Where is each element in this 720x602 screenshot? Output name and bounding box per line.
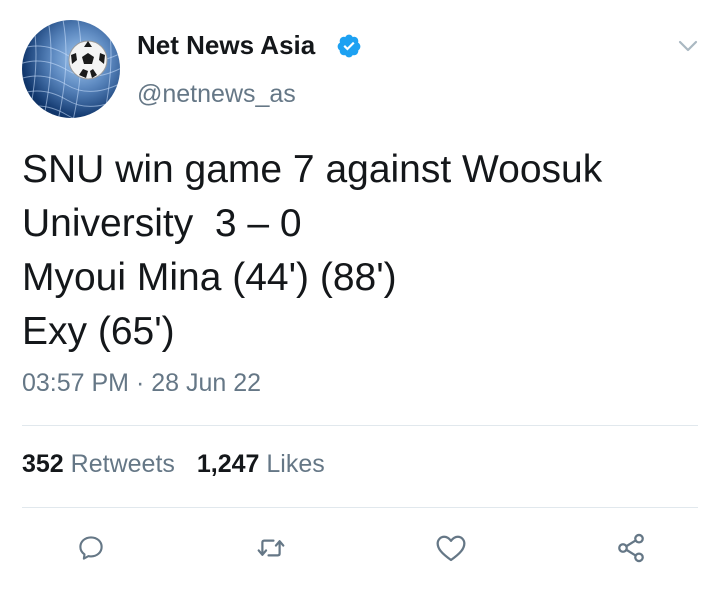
divider — [22, 507, 698, 508]
retweets-stat[interactable]: 352 Retweets — [22, 450, 175, 478]
retweet-button[interactable] — [251, 528, 291, 568]
retweets-count: 352 — [22, 450, 64, 478]
likes-label: Likes — [266, 450, 325, 478]
tweet-timestamp[interactable]: 03:57 PM · 28 Jun 22 — [22, 369, 261, 398]
reply-icon — [79, 536, 103, 560]
chevron-down-icon[interactable] — [676, 36, 700, 56]
tweet-stats: 352 Retweets 1,247 Likes — [22, 450, 325, 479]
tweet-text-line: SNU win game 7 against Woosuk — [22, 148, 603, 191]
soccer-ball-in-net-icon — [22, 20, 120, 118]
retweets-label: Retweets — [70, 450, 175, 478]
tweet-text-line: Myoui Mina (44') (88') — [22, 256, 397, 299]
tweet-text-line: Exy (65') — [22, 310, 175, 353]
share-icon — [618, 533, 644, 563]
verified-badge-icon — [337, 34, 361, 58]
tweet-card: Net News Asia @netnews_as SNU win game 7… — [0, 0, 720, 602]
heart-icon — [436, 535, 466, 562]
likes-count: 1,247 — [196, 450, 260, 478]
display-name[interactable]: Net News Asia — [137, 30, 315, 61]
user-handle[interactable]: @netnews_as — [137, 80, 296, 109]
avatar[interactable] — [22, 20, 120, 118]
tweet-text: SNU win game 7 against Woosuk University… — [22, 143, 702, 359]
retweet-icon — [257, 539, 285, 557]
tweet-text-line: University 3 – 0 — [22, 202, 302, 245]
like-button[interactable] — [431, 528, 471, 568]
divider — [22, 425, 698, 426]
reply-button[interactable] — [71, 528, 111, 568]
share-button[interactable] — [611, 528, 651, 568]
likes-stat[interactable]: 1,247 Likes — [197, 450, 325, 478]
